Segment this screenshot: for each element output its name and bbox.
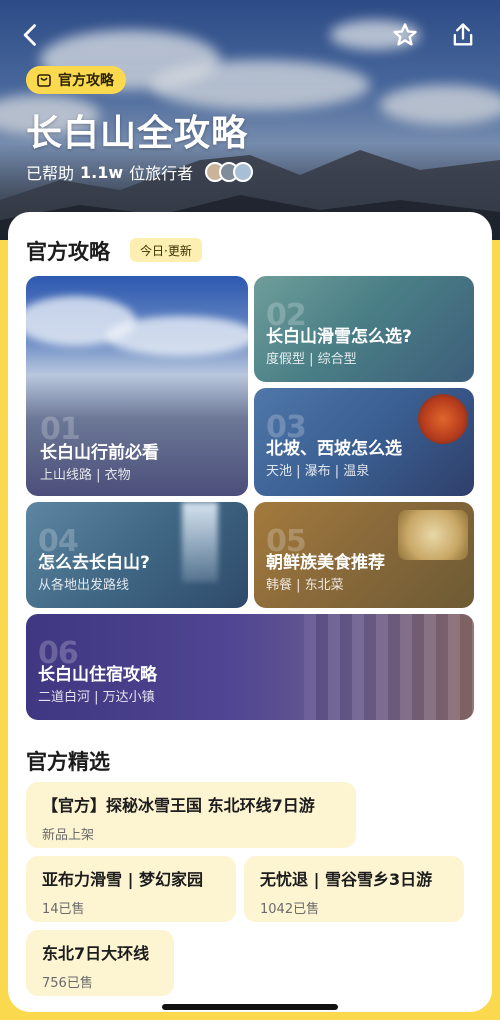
guide-tile-05[interactable]: 05 朝鲜族美食推荐 韩餐 | 东北菜 — [254, 502, 474, 608]
pick-title: 亚布力滑雪 | 梦幻家园 — [42, 870, 203, 889]
guide-title: 北坡、西坡怎么选 — [266, 439, 402, 459]
official-guide-badge: 官方攻略 — [26, 66, 126, 94]
helped-prefix: 已帮助 — [26, 164, 75, 183]
guide-subtitle: 韩餐 | 东北菜 — [266, 578, 344, 593]
updated-today-badge: 今日·更新 — [130, 238, 202, 262]
pick-item[interactable]: 东北7日大环线 756已售 — [26, 930, 174, 996]
official-guides-title: 官方攻略 — [26, 240, 110, 264]
guide-title: 朝鲜族美食推荐 — [266, 553, 385, 573]
share-icon — [453, 23, 473, 46]
pick-title: 东北7日大环线 — [42, 944, 150, 963]
official-badge-label: 官方攻略 — [58, 73, 114, 89]
official-picks-title: 官方精选 — [26, 750, 110, 774]
guide-title: 长白山行前必看 — [40, 443, 159, 463]
guide-tile-02[interactable]: 02 长白山滑雪怎么选? 度假型 | 综合型 — [254, 276, 474, 382]
town-illustration — [304, 614, 474, 720]
hero-banner: 官方攻略 长白山全攻略 已帮助 1.1w 位旅行者 — [0, 0, 500, 240]
home-indicator — [162, 1004, 338, 1010]
back-button[interactable] — [14, 18, 48, 52]
star-icon — [393, 23, 417, 46]
skier-illustration — [418, 394, 468, 444]
page-title: 长白山全攻略 — [26, 113, 249, 154]
food-illustration — [398, 510, 468, 560]
favorite-button[interactable] — [388, 18, 422, 52]
guide-subtitle: 二道白河 | 万达小镇 — [38, 690, 155, 705]
guide-subtitle: 天池 | 瀑布 | 温泉 — [266, 464, 370, 479]
pick-item[interactable]: 无忧退 | 雪谷雪乡3日游 1042已售 — [244, 856, 464, 922]
guide-tile-06[interactable]: 06 长白山住宿攻略 二道白河 | 万达小镇 — [26, 614, 474, 720]
helped-count: 1.1w — [80, 162, 124, 182]
pick-subtitle: 1042已售 — [260, 902, 320, 917]
pick-title: 无忧退 | 雪谷雪乡3日游 — [260, 870, 433, 889]
guide-subtitle: 上山线路 | 衣物 — [40, 468, 131, 483]
pick-item[interactable]: 【官方】探秘冰雪王国 东北环线7日游 新品上架 — [26, 782, 356, 848]
guide-subtitle: 从各地出发路线 — [38, 578, 130, 593]
traveler-avatars — [205, 162, 254, 182]
guide-title: 长白山住宿攻略 — [38, 665, 157, 685]
back-icon — [23, 24, 36, 46]
pick-title: 【官方】探秘冰雪王国 东北环线7日游 — [42, 796, 315, 815]
pick-item[interactable]: 亚布力滑雪 | 梦幻家园 14已售 — [26, 856, 236, 922]
guide-tile-03[interactable]: 03 北坡、西坡怎么选 天池 | 瀑布 | 温泉 — [254, 388, 474, 496]
pick-subtitle: 14已售 — [42, 902, 85, 917]
avatar — [233, 162, 254, 182]
bag-icon — [37, 74, 51, 87]
guide-title: 长白山滑雪怎么选? — [266, 327, 412, 347]
guide-tile-01[interactable]: 01 长白山行前必看 上山线路 | 衣物 — [26, 276, 248, 496]
pick-subtitle: 新品上架 — [42, 828, 95, 843]
guide-subtitle: 度假型 | 综合型 — [266, 352, 357, 367]
content-card: 官方攻略 今日·更新 01 长白山行前必看 上山线路 | 衣物 02 长白山滑雪… — [8, 212, 492, 1012]
helped-travelers: 已帮助 1.1w 位旅行者 — [26, 160, 254, 184]
pick-subtitle: 756已售 — [42, 976, 93, 991]
guide-tile-04[interactable]: 04 怎么去长白山? 从各地出发路线 — [26, 502, 248, 608]
waterfall-illustration — [182, 502, 218, 582]
helped-suffix: 位旅行者 — [129, 164, 194, 183]
guide-title: 怎么去长白山? — [38, 553, 150, 573]
share-button[interactable] — [446, 18, 480, 52]
